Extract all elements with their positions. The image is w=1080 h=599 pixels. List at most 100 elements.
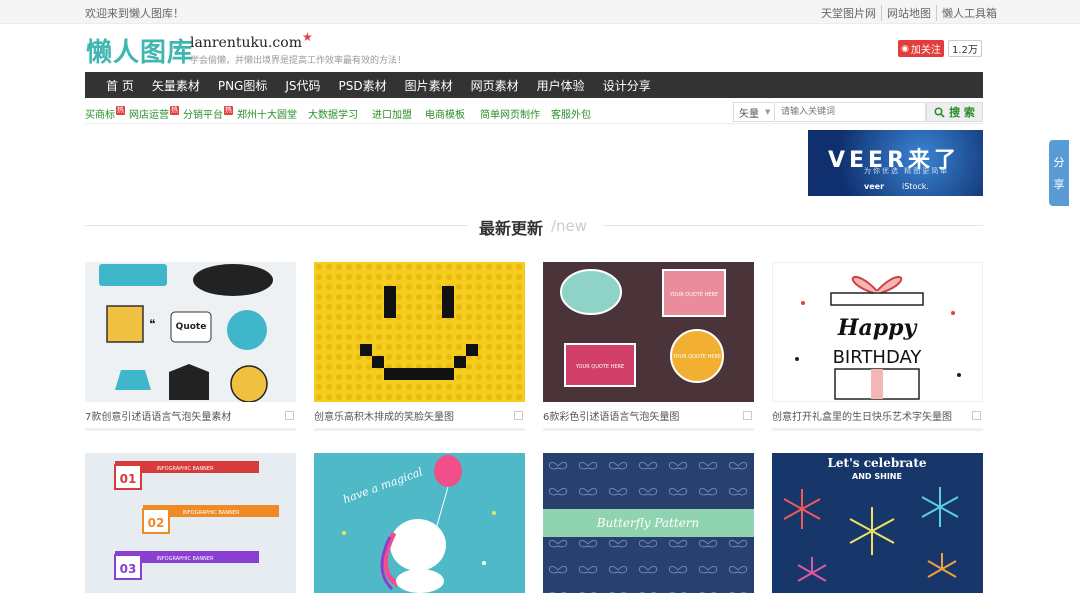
card-thumbnail[interactable]: Happy BIRTHDAY — [772, 262, 983, 402]
nav-js-code[interactable]: JS代码 — [276, 77, 329, 94]
weibo-follow-button[interactable]: ◉ 加关注 — [898, 40, 944, 57]
infographic-banner-text: INFOGRAPHIC BANNER — [157, 466, 214, 472]
share-side-tab[interactable]: 分 享 — [1049, 140, 1069, 206]
veer-logo: veer — [864, 182, 885, 191]
resource-card[interactable]: Let's celebrate AND SHINE — [772, 453, 983, 593]
hot-badge: 热 — [170, 106, 179, 115]
nav-psd[interactable]: PSD素材 — [330, 77, 396, 94]
top-link-tiantang[interactable]: 天堂图片网 — [816, 5, 881, 21]
subnav-item-bigdata[interactable]: 大数据学习 — [308, 106, 358, 121]
card-title[interactable]: 创意打开礼盒里的生日快乐艺术字矢量图 — [772, 408, 952, 423]
resource-card[interactable]: have a magical — [314, 453, 525, 593]
subnav-item-distribution[interactable]: 分销平台热 — [183, 106, 233, 121]
star-icon: ★ — [302, 30, 313, 44]
nav-web[interactable]: 网页素材 — [462, 77, 528, 94]
subnav-item-label: 买商标 — [85, 110, 115, 121]
search-category-value: 矢量 — [739, 108, 759, 120]
veer-ad-banner[interactable]: VEER来了 为你优选 精图更简单 veer iStock. — [808, 130, 983, 196]
nav-images[interactable]: 图片素材 — [396, 77, 462, 94]
logo-slogan: 学会偷懒，并懒出境界是提高工作效率最有效的方法！ — [190, 56, 407, 66]
nav-ux[interactable]: 用户体验 — [528, 77, 594, 94]
subnav-item-service[interactable]: 客服外包 — [551, 106, 591, 121]
card-thumbnail[interactable]: Butterfly Pattern — [543, 453, 754, 593]
top-links: 天堂图片网 网站地图 懒人工具箱 — [816, 5, 1002, 21]
nav-home[interactable]: 首 页 — [97, 77, 143, 94]
quote-badge-text: Quote — [176, 322, 207, 332]
chevron-down-icon: ▼ — [765, 108, 771, 116]
search-input[interactable] — [776, 102, 926, 122]
resource-card[interactable]: Butterfly Pattern — [543, 453, 754, 593]
card-thumbnail[interactable] — [314, 262, 525, 402]
search-button-label: 搜 索 — [949, 106, 975, 119]
card-caption[interactable]: 6款彩色引述语语言气泡矢量图 — [543, 402, 754, 431]
card-title[interactable]: 创意乐高积木排成的笑脸矢量图 — [314, 408, 454, 423]
subnav-item-shop-ops[interactable]: 网店运营热 — [129, 106, 179, 121]
welcome-text: 欢迎来到懒人图库！ — [85, 7, 184, 20]
nav-png-icons[interactable]: PNG图标 — [209, 77, 277, 94]
unicorn-text: have a magical — [341, 465, 425, 506]
subnav-item-trademark[interactable]: 买商标热 — [85, 106, 125, 121]
subnav-item-label: 分销平台 — [183, 110, 223, 121]
hot-badge: 热 — [116, 106, 125, 115]
card-title[interactable]: 6款彩色引述语语言气泡矢量图 — [543, 408, 679, 423]
istock-logo: iStock. — [902, 182, 929, 191]
unicorn-balloon-thumbnail: have a magical — [341, 455, 496, 593]
quote-bubbles-thumbnail: ❝ Quote — [99, 264, 273, 402]
search-category-select[interactable]: 矢量 ▼ — [733, 102, 775, 122]
nav-vector[interactable]: 矢量素材 — [143, 77, 209, 94]
top-bar: 欢迎来到懒人图库！ 天堂图片网 网站地图 懒人工具箱 — [0, 0, 1080, 24]
card-caption[interactable]: 创意乐高积木排成的笑脸矢量图 — [314, 402, 525, 431]
nav-design-share[interactable]: 设计分享 — [594, 77, 660, 94]
resource-card[interactable]: ❝ Quote 7款创意引述语语言气泡矢量素材 — [85, 262, 296, 431]
logo-chinese[interactable]: 懒人图库 — [86, 32, 194, 69]
happy-text: Happy — [837, 315, 919, 341]
divider — [85, 225, 468, 226]
birthday-gift-thumbnail: Happy BIRTHDAY — [795, 276, 961, 400]
subnav-item-label: 网店运营 — [129, 110, 169, 121]
top-link-toolbox[interactable]: 懒人工具箱 — [936, 5, 1002, 21]
favorite-icon[interactable] — [514, 410, 523, 420]
section-subtitle: /new — [551, 217, 588, 235]
favorite-icon[interactable] — [285, 410, 294, 420]
infographic-number: 01 — [120, 472, 137, 486]
birthday-text: BIRTHDAY — [833, 347, 923, 368]
subnav-item-ecommerce[interactable]: 电商模板 — [425, 106, 465, 121]
subnav-item-zhengzhou[interactable]: 郑州十大圆堂 — [237, 106, 297, 121]
weibo-follower-count: 1.2万 — [948, 40, 982, 57]
hot-badge: 热 — [224, 106, 233, 115]
card-caption[interactable]: 创意打开礼盒里的生日快乐艺术字矢量图 — [772, 402, 983, 431]
subnav-item-webpage[interactable]: 简单网页制作 — [480, 106, 540, 121]
card-thumbnail[interactable]: 01 INFOGRAPHIC BANNER 02 INFOGRAPHIC BAN… — [85, 453, 296, 593]
card-title[interactable]: 7款创意引述语语言气泡矢量素材 — [85, 408, 231, 423]
card-caption[interactable]: 7款创意引述语语言气泡矢量素材 — [85, 402, 296, 431]
weibo-icon: ◉ — [901, 43, 909, 54]
resource-card[interactable]: YOUR QUOTE HERE YOUR QUOTE HERE YOUR QUO… — [543, 262, 754, 431]
search-icon — [934, 106, 945, 118]
share-tab-char: 分 — [1053, 156, 1065, 169]
card-thumbnail[interactable]: YOUR QUOTE HERE YOUR QUOTE HERE YOUR QUO… — [543, 262, 754, 402]
search-button[interactable]: 搜 索 — [926, 102, 983, 122]
celebrate-text: Let's celebrate — [827, 456, 926, 470]
svg-text:❝: ❝ — [149, 317, 155, 331]
infographic-number: 03 — [120, 562, 137, 576]
infographic-number: 02 — [148, 516, 165, 530]
card-thumbnail[interactable]: have a magical — [314, 453, 525, 593]
favorite-icon[interactable] — [743, 410, 752, 420]
butterfly-pattern-thumbnail: Butterfly Pattern — [543, 453, 754, 593]
infographic-banner-text: INFOGRAPHIC BANNER — [157, 556, 214, 562]
subnav-item-import[interactable]: 进口加盟 — [372, 106, 412, 121]
top-link-sitemap[interactable]: 网站地图 — [881, 5, 936, 21]
resource-card[interactable]: 创意乐高积木排成的笑脸矢量图 — [314, 262, 525, 431]
quote-placeholder-text: YOUR QUOTE HERE — [672, 354, 721, 360]
infographic-banner-thumbnail: 01 INFOGRAPHIC BANNER 02 INFOGRAPHIC BAN… — [114, 461, 279, 580]
resource-card[interactable]: Happy BIRTHDAY 创意打开礼盒里的生日快乐艺术字矢量图 — [772, 262, 983, 431]
resource-card[interactable]: 01 INFOGRAPHIC BANNER 02 INFOGRAPHIC BAN… — [85, 453, 296, 593]
card-thumbnail[interactable]: ❝ Quote — [85, 262, 296, 402]
latest-updates-heading: 最新更新 /new — [85, 212, 983, 238]
logo-domain[interactable]: lanrentuku.com — [190, 35, 302, 51]
card-thumbnail[interactable]: Let's celebrate AND SHINE — [772, 453, 983, 593]
share-tab-char: 享 — [1053, 178, 1065, 191]
quote-placeholder-text: YOUR QUOTE HERE — [575, 364, 624, 370]
section-title: 最新更新 — [479, 219, 544, 238]
favorite-icon[interactable] — [972, 410, 981, 420]
